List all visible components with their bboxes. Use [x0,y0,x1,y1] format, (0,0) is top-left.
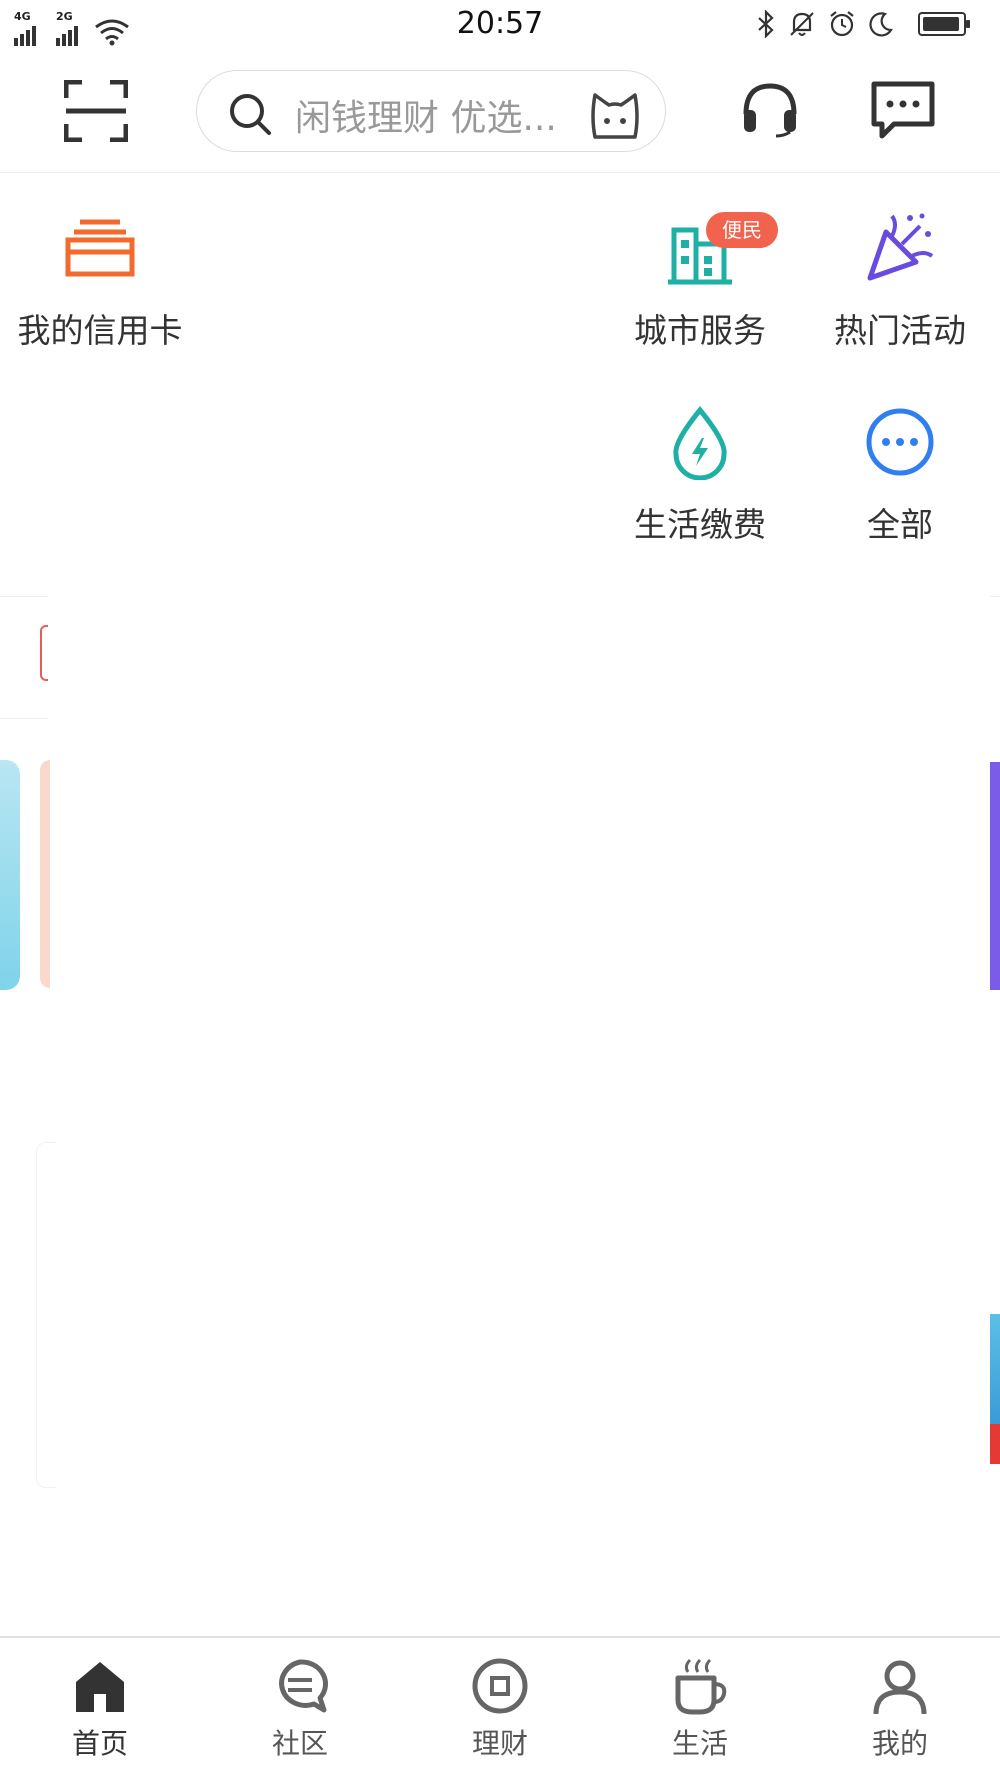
more-circle-icon [866,408,934,476]
convenience-badge: 便民 [706,212,778,248]
search-placeholder[interactable]: 闲钱理财 优选... [295,89,557,141]
section-divider-left [0,596,48,597]
bell-off-icon [790,12,814,36]
status-bar: 4G 2G 20:57 [0,0,1000,54]
nav-mine[interactable]: 我的 [830,1656,970,1762]
alarm-icon [830,11,854,37]
nav-community-label: 社区 [271,1727,328,1760]
user-icon [873,1660,927,1715]
clock: 20:57 [456,6,544,41]
finance-icon [472,1658,528,1714]
nav-community[interactable]: 社区 [230,1656,370,1762]
scan-icon[interactable] [64,80,128,142]
section-divider-right [990,596,1000,597]
header: 闲钱理财 优选... [0,54,1000,173]
network-indicators: 4G 2G [14,8,130,46]
nav-mine-label: 我的 [871,1727,928,1760]
nav-home[interactable]: 首页 [30,1656,170,1762]
shortcut-all[interactable]: 全部 [820,404,980,546]
nav-finance-label: 理财 [471,1727,528,1760]
tag-edge [40,625,48,681]
battery-icon [918,12,970,36]
banner-edge-purple [990,762,1000,990]
water-drop-icon [673,406,727,480]
bottom-nav: 首页 社区 理财 生活 我的 [0,1636,1000,1780]
network-4g-label: 4G [14,10,31,23]
coffee-icon [675,1658,727,1715]
city-service-label: 城市服务 [634,311,766,350]
community-icon [279,1659,329,1713]
headset-icon[interactable] [740,80,800,138]
life-payment-label: 生活缴费 [634,505,766,544]
card-edge [36,1142,56,1488]
signal-4g: 4G [14,8,36,46]
party-popper-icon [867,213,934,281]
banner-edge-blue [0,760,20,990]
search-bar[interactable]: 闲钱理财 优选... [196,70,666,152]
shortcut-credit-card[interactable]: 我的信用卡 [10,210,190,352]
hot-activity-label: 热门活动 [834,311,966,350]
shortcut-life-payment[interactable]: 生活缴费 [620,404,780,546]
nav-life[interactable]: 生活 [630,1656,770,1762]
promo-edge-red [990,1424,1000,1464]
nav-life-label: 生活 [671,1727,728,1760]
signal-2g: 2G [56,8,78,46]
network-2g-label: 2G [56,10,73,23]
search-icon [230,94,271,135]
credit-card-label: 我的信用卡 [17,311,183,350]
nav-home-label: 首页 [71,1727,128,1760]
cat-assistant-icon[interactable] [587,87,643,141]
shortcut-hot-activity[interactable]: 热门活动 [820,210,980,352]
moon-icon [869,12,893,37]
status-icons [756,10,970,38]
message-icon[interactable] [870,80,936,142]
all-label: 全部 [867,505,933,544]
nav-finance[interactable]: 理财 [430,1656,570,1762]
banner-edge-peach [40,760,50,988]
wifi-icon [95,19,129,46]
credit-card-icon [65,219,135,277]
bluetooth-icon [758,10,774,38]
home-icon [76,1662,124,1712]
section-divider-left-2 [0,718,48,719]
